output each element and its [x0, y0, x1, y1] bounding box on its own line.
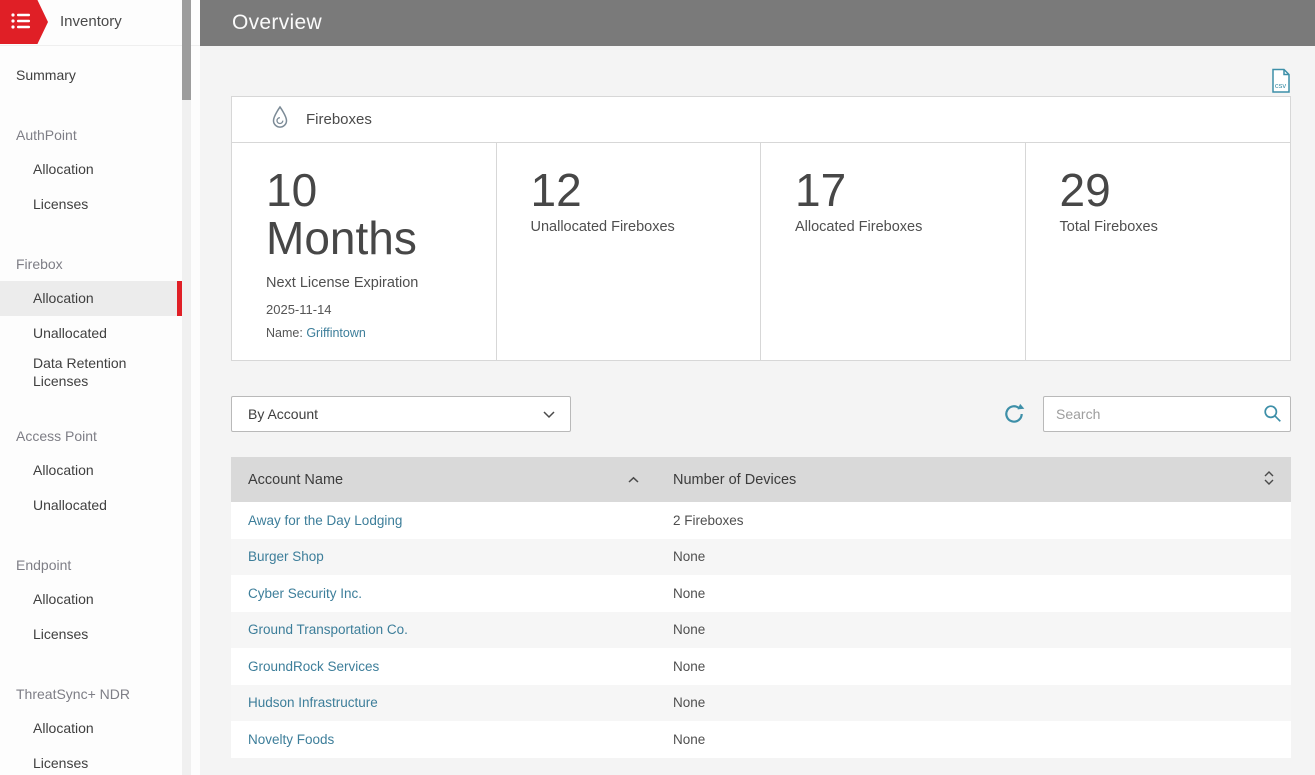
sidebar-item-threatsync-allocation[interactable]: Allocation [0, 711, 182, 746]
sidebar-section-access-point: Access Point [16, 427, 97, 444]
content-area: csv Fireboxes 10 Months Next License Exp… [200, 46, 1315, 775]
account-link[interactable]: Away for the Day Lodging [248, 513, 402, 528]
stat-label-total: Total Fireboxes [1059, 218, 1158, 235]
sort-both-icon [1263, 470, 1275, 490]
group-by-select-value: By Account [248, 406, 319, 422]
sort-ascending-icon [627, 472, 640, 488]
sidebar-scrollbar-thumb[interactable] [182, 0, 191, 100]
accounts-table-header: Account Name Number of Devices [231, 457, 1291, 502]
table-controls: By Account [231, 396, 1291, 432]
expiration-name-link[interactable]: Griffintown [306, 326, 366, 340]
device-count: 2 Fireboxes [673, 512, 744, 528]
table-row: Away for the Day Lodging 2 Fireboxes [231, 502, 1291, 539]
csv-export-icon: csv [1270, 68, 1291, 97]
sidebar-item-authpoint-allocation[interactable]: Allocation [0, 152, 182, 187]
sidebar-section-threatsync-ndr: ThreatSync+ NDR [16, 685, 130, 702]
sidebar-item-firebox-unallocated[interactable]: Unallocated [0, 316, 182, 351]
fireboxes-card-body: 10 Months Next License Expiration 2025-1… [232, 143, 1290, 360]
sidebar-item-access-point-unallocated[interactable]: Unallocated [0, 488, 182, 523]
device-count: None [673, 658, 706, 674]
table-row: Novelty Foods None [231, 721, 1291, 758]
total-fireboxes-cell: 29 Total Fireboxes [1026, 143, 1291, 360]
sidebar-item-authpoint-licenses[interactable]: Licenses [0, 187, 182, 222]
accounts-table: Account Name Number of Devices Away for … [231, 457, 1291, 758]
list-icon [11, 12, 31, 33]
account-link[interactable]: Burger Shop [248, 549, 324, 564]
page-header: Overview [200, 0, 1315, 46]
table-row: GroundRock Services None [231, 648, 1291, 685]
refresh-icon [1003, 403, 1025, 428]
inventory-menu-ribbon[interactable] [0, 0, 48, 44]
expiration-label: Next License Expiration [266, 274, 419, 291]
column-header-account-name[interactable]: Account Name [231, 472, 656, 488]
allocated-fireboxes-cell: 17 Allocated Fireboxes [761, 143, 1026, 360]
device-count: None [673, 695, 706, 711]
sidebar-item-endpoint-licenses[interactable]: Licenses [0, 617, 182, 652]
account-link[interactable]: Ground Transportation Co. [248, 622, 408, 637]
group-by-select[interactable]: By Account [231, 396, 571, 432]
table-row: Burger Shop None [231, 538, 1291, 575]
expiration-name-label: Name: [266, 325, 303, 340]
sidebar-header: Inventory [0, 0, 200, 46]
column-header-number-of-devices[interactable]: Number of Devices [656, 470, 1291, 490]
sidebar-scrollbar[interactable] [182, 0, 191, 775]
chevron-down-icon [542, 406, 556, 422]
sidebar-item-data-retention-licenses[interactable]: Data Retention Licenses [0, 351, 182, 394]
unallocated-fireboxes-cell: 12 Unallocated Fireboxes [497, 143, 761, 360]
device-count: None [673, 622, 706, 638]
accounts-table-body: Away for the Day Lodging 2 Fireboxes Bur… [231, 502, 1291, 758]
sidebar-item-threatsync-licenses[interactable]: Licenses [0, 746, 182, 775]
stat-value-allocated: 17 [795, 164, 847, 216]
sidebar-item-firebox-allocation[interactable]: Allocation [0, 281, 182, 316]
fireboxes-card-title: Fireboxes [306, 111, 372, 128]
stat-label-unallocated: Unallocated Fireboxes [530, 218, 675, 235]
table-row: Hudson Infrastructure None [231, 684, 1291, 721]
device-count: None [673, 549, 706, 565]
table-row: Ground Transportation Co. None [231, 611, 1291, 648]
sidebar-nav: Summary AuthPoint Allocation Licenses Fi… [0, 46, 182, 775]
next-license-expiration-cell: 10 Months Next License Expiration 2025-1… [232, 143, 497, 360]
sidebar-section-firebox: Firebox [16, 255, 63, 272]
sidebar-item-summary[interactable]: Summary [0, 58, 182, 93]
stat-value-unallocated: 12 [530, 164, 582, 216]
stat-label-allocated: Allocated Fireboxes [795, 218, 923, 235]
sidebar-item-endpoint-allocation[interactable]: Allocation [0, 582, 182, 617]
table-row: Cyber Security Inc. None [231, 575, 1291, 612]
sidebar-section-endpoint: Endpoint [16, 556, 72, 573]
sidebar: Inventory Summary AuthPoint Allocation L… [0, 0, 200, 775]
account-link[interactable]: Novelty Foods [248, 732, 334, 747]
sidebar-section-authpoint: AuthPoint [16, 126, 77, 143]
account-link[interactable]: Cyber Security Inc. [248, 586, 362, 601]
device-count: None [673, 585, 706, 601]
account-link[interactable]: Hudson Infrastructure [248, 695, 378, 710]
page-title: Overview [232, 11, 322, 34]
account-link[interactable]: GroundRock Services [248, 659, 379, 674]
search-input[interactable] [1043, 396, 1291, 432]
fireboxes-card-header: Fireboxes [232, 97, 1290, 143]
expiration-date: 2025-11-14 [266, 301, 332, 317]
expiration-value: 10 [266, 164, 318, 216]
svg-text:csv: csv [1275, 81, 1287, 90]
fireboxes-card: Fireboxes 10 Months Next License Expirat… [231, 96, 1291, 361]
expiration-unit: Months [266, 211, 417, 264]
export-csv-button[interactable]: csv [1270, 68, 1291, 94]
device-count: None [673, 731, 706, 747]
firebox-droplet-icon [269, 105, 291, 135]
stat-value-total: 29 [1059, 164, 1111, 216]
refresh-button[interactable] [1003, 403, 1025, 425]
search-icon [1263, 404, 1282, 428]
main-area: Overview csv Fireboxes 10 Months Next Li… [200, 0, 1315, 775]
expiration-name: Name: Griffintown [266, 326, 478, 340]
sidebar-title: Inventory [60, 13, 122, 30]
sidebar-item-access-point-allocation[interactable]: Allocation [0, 453, 182, 488]
search-box [1043, 396, 1291, 432]
